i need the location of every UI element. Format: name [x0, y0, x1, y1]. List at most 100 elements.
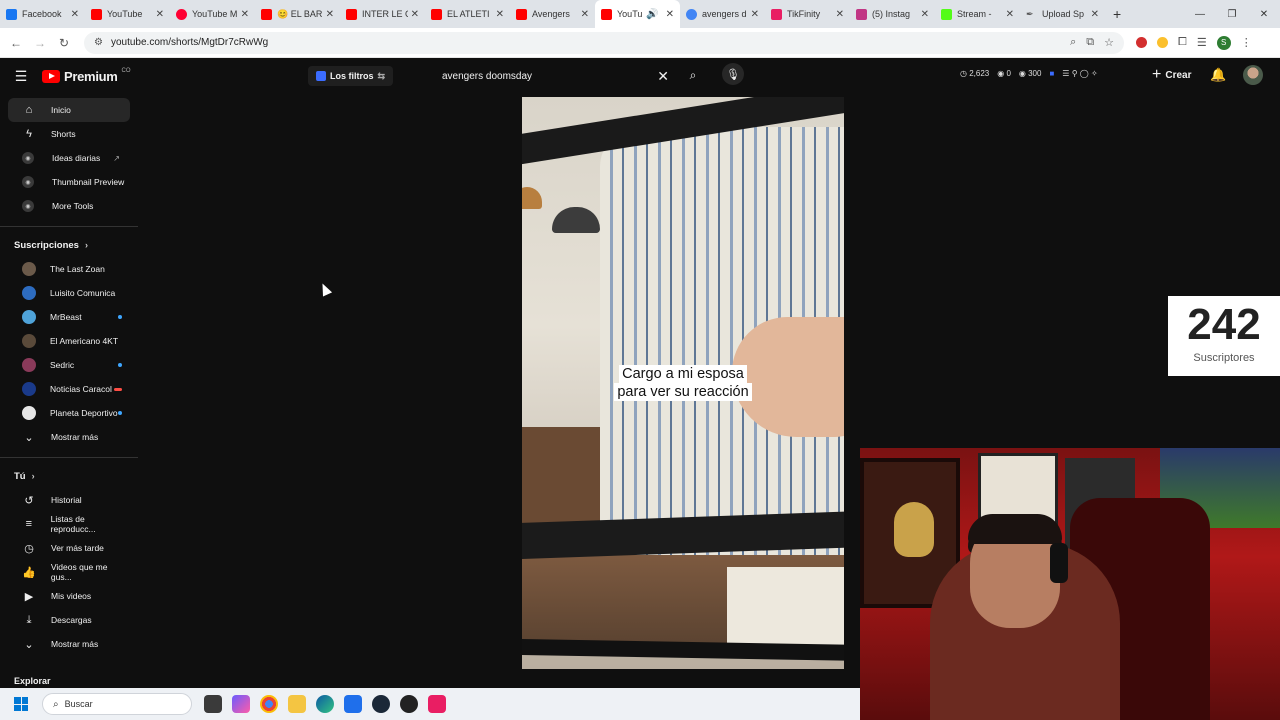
- sidebar-item-liked[interactable]: 👍 Videos que me gus...: [8, 560, 130, 584]
- reload-icon[interactable]: ↻: [52, 36, 76, 50]
- facebook-icon: [6, 8, 17, 20]
- reading-list-icon[interactable]: ☰: [1197, 36, 1207, 49]
- clear-search-icon[interactable]: ✕: [657, 68, 669, 85]
- thumbnail-icon: ◉: [22, 176, 34, 188]
- tab-atleti[interactable]: EL ATLETI ✕: [425, 0, 510, 28]
- extension-icon[interactable]: [1136, 37, 1147, 48]
- store-icon[interactable]: [344, 695, 362, 713]
- tab-avengers[interactable]: Avengers ✕: [510, 0, 595, 28]
- menu-icon[interactable]: ☰: [0, 68, 42, 85]
- taskbar-search[interactable]: ⌕ Buscar: [42, 693, 192, 715]
- extension-icon[interactable]: ■: [1049, 69, 1054, 78]
- windows-start-icon[interactable]: [14, 697, 28, 711]
- sidebar-show-more[interactable]: ⌄ Mostrar más: [8, 425, 130, 449]
- tab-kick-stream[interactable]: Stream - ✕: [935, 0, 1020, 28]
- extension-icon[interactable]: ☰ ⚲ ◯ ✧: [1062, 69, 1097, 78]
- close-tab-icon[interactable]: ✕: [666, 9, 674, 20]
- subscriptions-heading[interactable]: Suscripciones ›: [0, 233, 138, 257]
- audio-icon[interactable]: 🔊: [646, 9, 658, 20]
- filters-button[interactable]: Los filtros ⇆: [308, 66, 394, 86]
- back-icon[interactable]: ←: [4, 36, 28, 50]
- you-heading[interactable]: Tú ›: [0, 464, 138, 488]
- file-explorer-icon[interactable]: [288, 695, 306, 713]
- sidebar-item-playlists[interactable]: ≡ Listas de reproducc...: [8, 512, 130, 536]
- steam-icon[interactable]: [372, 695, 390, 713]
- account-avatar[interactable]: [1243, 65, 1263, 85]
- edge-icon[interactable]: [316, 695, 334, 713]
- tab-el-bar[interactable]: 😊 EL BAR ✕: [255, 0, 340, 28]
- tab-tikfinity[interactable]: TikFinity ✕: [765, 0, 850, 28]
- search-input[interactable]: avengers doomsday ✕: [432, 63, 677, 89]
- sidebar-channel[interactable]: Sedric: [8, 353, 130, 377]
- task-view-icon[interactable]: [204, 695, 222, 713]
- maximize-icon[interactable]: ❐: [1216, 9, 1248, 20]
- sidebar-channel[interactable]: The Last Zoan: [8, 257, 130, 281]
- sidebar-item-history[interactable]: ↺ Historial: [8, 488, 130, 512]
- kick-icon: [941, 8, 952, 20]
- new-tab-icon[interactable]: +: [1113, 6, 1121, 22]
- close-tab-icon[interactable]: ✕: [1006, 9, 1014, 20]
- minimize-icon[interactable]: —: [1184, 9, 1216, 20]
- url-text: youtube.com/shorts/MgtDr7cRwWg: [110, 37, 269, 48]
- url-field[interactable]: ⚙ youtube.com/shorts/MgtDr7cRwWg ⌕ ⧉ ☆: [84, 31, 1124, 54]
- sidebar-channel[interactable]: Luisito Comunica: [8, 281, 130, 305]
- sidebar-item-ideas[interactable]: ◉ Ideas diarias ↗: [8, 146, 130, 170]
- sidebar-channel[interactable]: MrBeast: [8, 305, 130, 329]
- close-tab-icon[interactable]: ✕: [836, 9, 844, 20]
- webcam-overlay: [860, 448, 1280, 720]
- search-icon[interactable]: ⌕: [682, 64, 704, 86]
- youtube-icon: [431, 8, 442, 20]
- close-tab-icon[interactable]: ✕: [581, 9, 589, 20]
- sidebar-channel[interactable]: El Americano 4KT: [8, 329, 130, 353]
- tab-upload[interactable]: ✒ Upload Sp ✕: [1020, 0, 1105, 28]
- chrome-icon[interactable]: [260, 695, 278, 713]
- sidebar-item-thumbnail[interactable]: ◉ Thumbnail Preview: [8, 170, 130, 194]
- tikfinity-icon[interactable]: [428, 695, 446, 713]
- tab-youtube-active[interactable]: YouTu 🔊 ✕: [595, 0, 680, 28]
- create-button[interactable]: + Crear: [1152, 66, 1191, 84]
- close-tab-icon[interactable]: ✕: [496, 9, 504, 20]
- show-more-label: Mostrar más: [51, 639, 99, 649]
- tab-youtube-music[interactable]: YouTube M ✕: [170, 0, 255, 28]
- puzzle-icon[interactable]: ⧠: [1178, 36, 1187, 49]
- close-tab-icon[interactable]: ✕: [71, 9, 79, 20]
- obs-icon[interactable]: [400, 695, 418, 713]
- copilot-icon[interactable]: [232, 695, 250, 713]
- sidebar-item-shorts[interactable]: ϟ Shorts: [8, 122, 130, 146]
- tab-youtube[interactable]: YouTube ✕: [85, 0, 170, 28]
- sidebar-item-inicio[interactable]: ⌂ Inicio: [8, 98, 130, 122]
- sidebar-show-more-2[interactable]: ⌄ Mostrar más: [8, 632, 130, 656]
- shorts-video-player[interactable]: Cargo a mi esposa para ver su reacción: [522, 97, 844, 669]
- notifications-bell-icon[interactable]: 🔔: [1210, 67, 1226, 83]
- close-window-icon[interactable]: ✕: [1248, 9, 1280, 20]
- extension-icon[interactable]: [1157, 37, 1168, 48]
- close-tab-icon[interactable]: ✕: [1091, 9, 1099, 20]
- install-icon[interactable]: ⧉: [1086, 36, 1094, 49]
- screen: Facebook ✕ YouTube ✕ YouTube M ✕ 😊 EL BAR ✕ …: [0, 0, 1280, 720]
- close-tab-icon[interactable]: ✕: [411, 9, 419, 20]
- sidebar-item-tools[interactable]: ◉ More Tools: [8, 194, 130, 218]
- tab-facebook[interactable]: Facebook ✕: [0, 0, 85, 28]
- sidebar-channel[interactable]: Planeta Deportivo: [8, 401, 130, 425]
- mic-icon[interactable]: 🎙: [722, 63, 744, 85]
- profile-avatar[interactable]: S: [1216, 35, 1231, 50]
- youtube-icon: [346, 8, 357, 20]
- site-settings-icon[interactable]: ⚙: [94, 37, 103, 48]
- sidebar-item-my-videos[interactable]: ▶ Mis videos: [8, 584, 130, 608]
- close-tab-icon[interactable]: ✕: [241, 9, 249, 20]
- sidebar-channel[interactable]: Noticias Caracol: [8, 377, 130, 401]
- close-tab-icon[interactable]: ✕: [751, 9, 759, 20]
- forward-icon[interactable]: →: [28, 36, 52, 50]
- tab-google-search[interactable]: avengers d ✕: [680, 0, 765, 28]
- sidebar-item-watch-later[interactable]: ◷ Ver más tarde: [8, 536, 130, 560]
- zoom-icon[interactable]: ⌕: [1070, 36, 1076, 49]
- youtube-premium-logo[interactable]: Premium CO: [42, 68, 131, 84]
- tab-inter[interactable]: INTER LE C ✕: [340, 0, 425, 28]
- kebab-menu-icon[interactable]: ⋮: [1241, 36, 1252, 49]
- tab-instagram[interactable]: (5) Instag ✕: [850, 0, 935, 28]
- close-tab-icon[interactable]: ✕: [156, 9, 164, 20]
- close-tab-icon[interactable]: ✕: [326, 9, 334, 20]
- bookmark-star-icon[interactable]: ☆: [1104, 36, 1114, 49]
- sidebar-item-downloads[interactable]: ⤓ Descargas: [8, 608, 130, 632]
- close-tab-icon[interactable]: ✕: [921, 9, 929, 20]
